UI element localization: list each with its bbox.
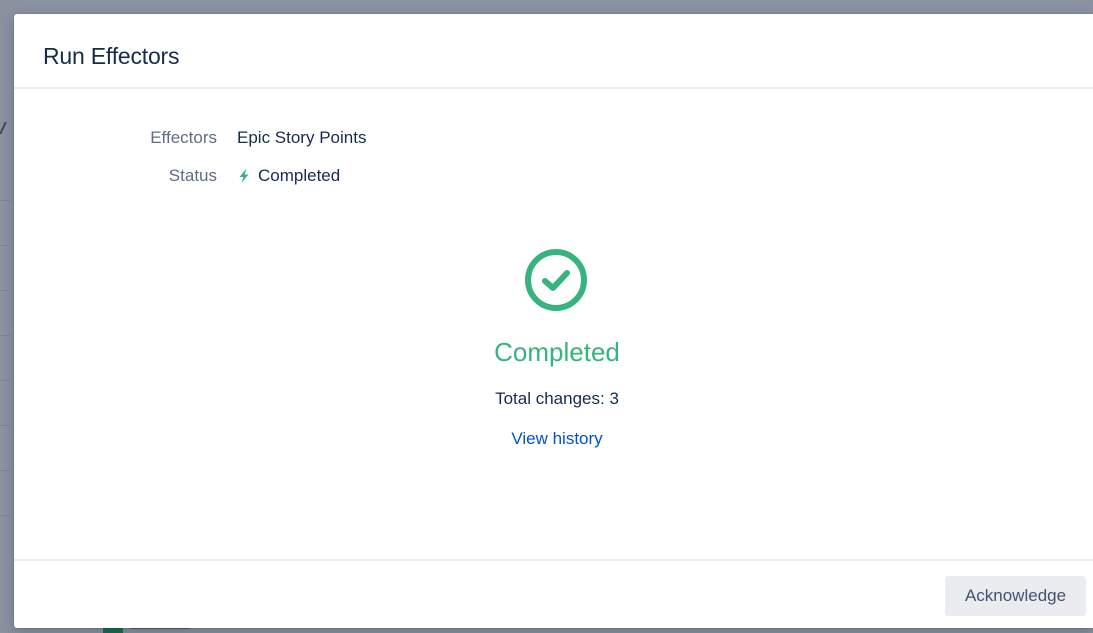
background-divider [0,470,10,471]
status-text: Completed [258,166,341,185]
view-history-container: View history [14,429,1093,449]
run-effectors-dialog: Run Effectors Effectors Epic Story Point… [14,14,1093,628]
dialog-header: Run Effectors [14,14,1093,89]
result-title: Completed [494,337,620,367]
effectors-label: Effectors [150,128,217,147]
background-divider [0,200,10,201]
status-label: Status [168,166,217,185]
view-history-link[interactable]: View history [511,429,602,448]
background-divider [0,335,10,336]
background-divider [0,380,10,381]
status-value: Completed [237,166,340,186]
background-divider [0,245,10,246]
background-left-strip [0,0,10,633]
check-circle-icon [525,249,587,311]
dialog-title: Run Effectors [43,43,180,69]
background-divider [0,290,10,291]
lightning-bolt-icon [239,169,249,183]
background-divider [0,425,10,426]
acknowledge-button[interactable]: Acknowledge [945,576,1086,616]
effectors-value: Epic Story Points [237,128,367,147]
total-changes-text: Total changes: 3 [495,389,619,408]
effectors-row: Effectors Epic Story Points [14,128,1093,152]
background-divider [0,515,10,516]
status-row: Status Completed [14,166,1093,190]
dialog-footer: Acknowledge [14,559,1093,628]
